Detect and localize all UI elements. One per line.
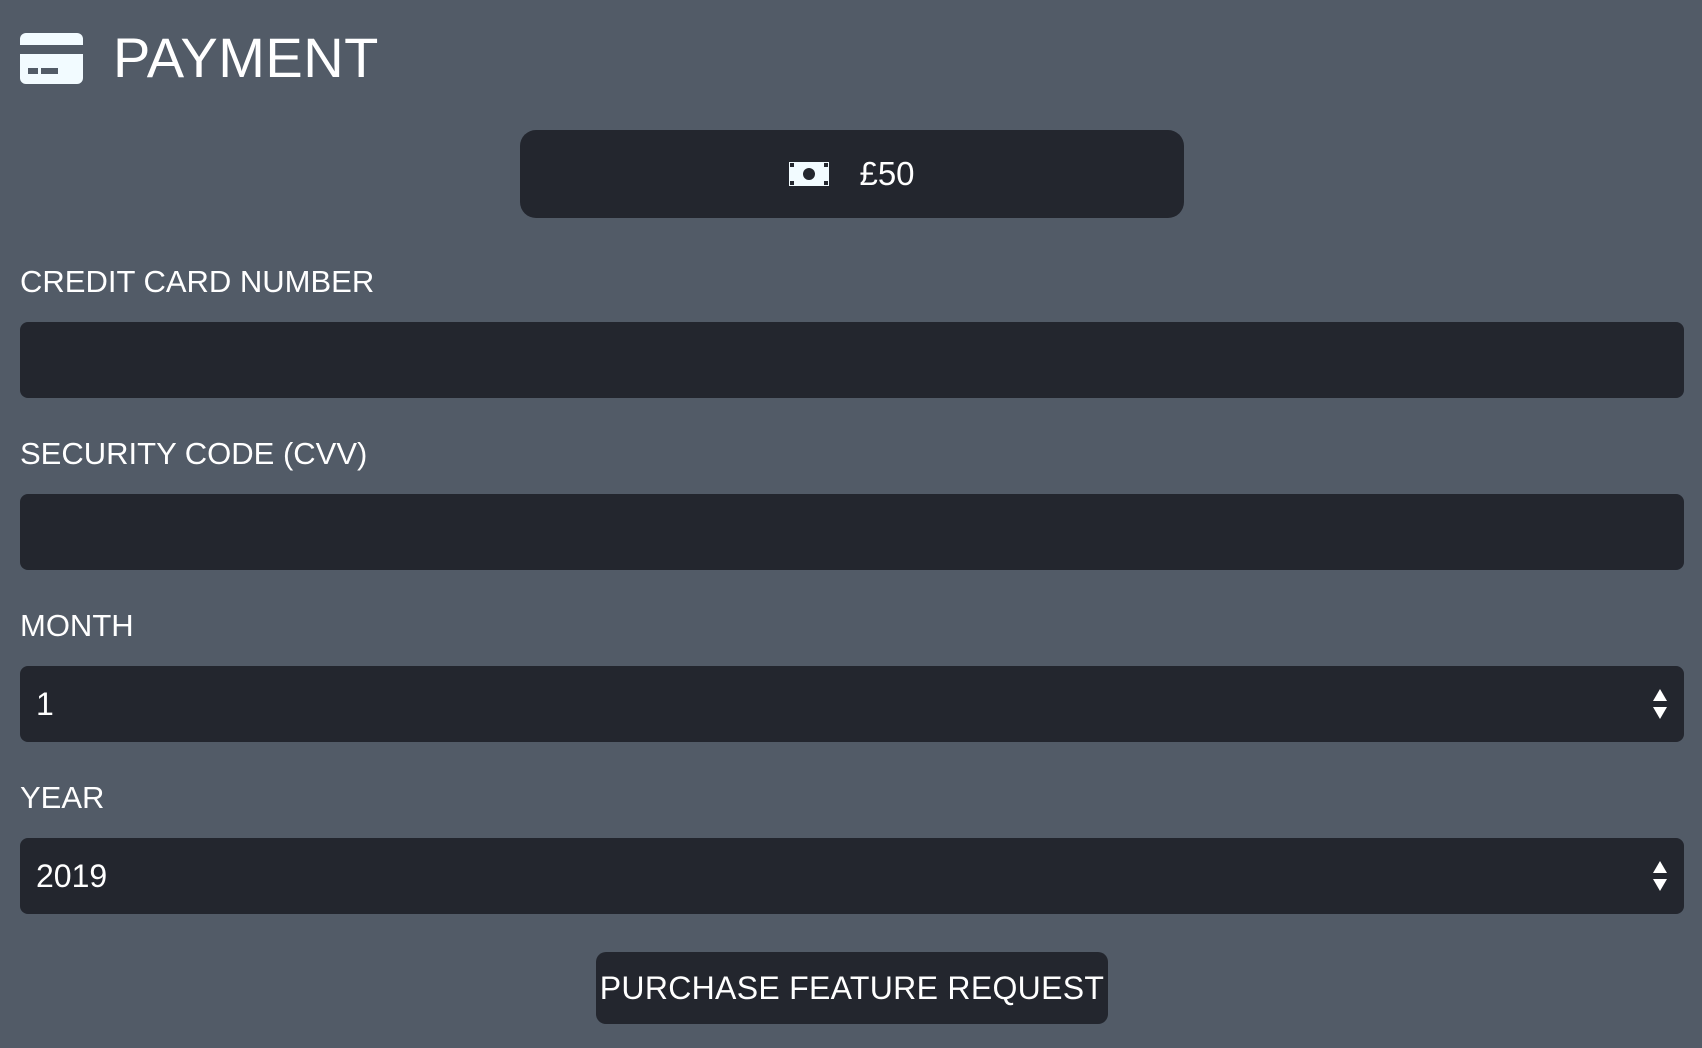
month-select[interactable]: 1 [20, 666, 1684, 742]
credit-card-icon [20, 32, 83, 84]
card-number-label: CREDIT CARD NUMBER [20, 264, 375, 299]
page-title: PAYMENT [113, 26, 379, 89]
card-number-input[interactable] [20, 322, 1684, 398]
year-select[interactable]: 2019 [20, 838, 1684, 914]
month-selected-value: 1 [36, 685, 54, 722]
select-arrows-icon [1653, 861, 1667, 891]
month-label: MONTH [20, 608, 134, 643]
select-arrows-icon [1653, 689, 1667, 719]
cvv-input[interactable] [20, 494, 1684, 570]
year-selected-value: 2019 [36, 857, 108, 894]
page-header: PAYMENT [20, 26, 379, 90]
year-label: YEAR [20, 780, 105, 815]
money-bill-icon [789, 162, 830, 186]
payment-page: PAYMENT £50 CREDIT CARD NUMBER SECURITY … [0, 0, 1702, 1048]
amount-display: £50 [520, 130, 1184, 218]
cvv-label: SECURITY CODE (CVV) [20, 436, 368, 471]
purchase-feature-request-button[interactable]: PURCHASE FEATURE REQUEST [596, 952, 1108, 1024]
amount-value: £50 [859, 155, 915, 192]
